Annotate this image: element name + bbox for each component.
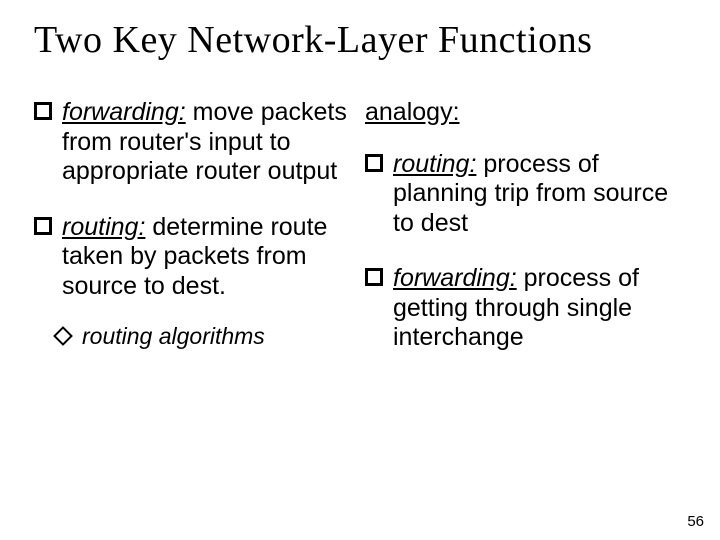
slide: Two Key Network-Layer Functions forwardi…: [0, 0, 720, 540]
square-bullet-icon: [34, 102, 52, 120]
keyword-forwarding: forwarding:: [62, 98, 186, 126]
page-number: 56: [687, 513, 704, 530]
right-column: analogy: routing: process of planning tr…: [365, 98, 686, 379]
sub-bullet-text: routing algorithms: [82, 323, 265, 350]
sub-bullet-algorithms: routing algorithms: [56, 323, 355, 350]
square-bullet-icon: [365, 268, 383, 286]
keyword-routing: routing:: [62, 213, 145, 241]
bullet-text: routing: determine route taken by packet…: [62, 213, 355, 302]
bullet-text: forwarding: move packets from router's i…: [62, 98, 355, 187]
square-bullet-icon: [34, 217, 52, 235]
bullet-analogy-routing: routing: process of planning trip from s…: [365, 150, 686, 239]
bullet-text: routing: process of planning trip from s…: [393, 150, 686, 239]
slide-title: Two Key Network-Layer Functions: [34, 18, 686, 62]
content-columns: forwarding: move packets from router's i…: [34, 98, 686, 379]
keyword-forwarding: forwarding:: [393, 264, 517, 292]
keyword-routing: routing:: [393, 150, 476, 178]
bullet-text: forwarding: process of getting through s…: [393, 264, 686, 353]
bullet-analogy-forwarding: forwarding: process of getting through s…: [365, 264, 686, 353]
square-bullet-icon: [365, 154, 383, 172]
bullet-routing: routing: determine route taken by packet…: [34, 213, 355, 302]
analogy-heading: analogy:: [365, 98, 686, 128]
diamond-bullet-icon: [53, 326, 73, 346]
left-column: forwarding: move packets from router's i…: [34, 98, 355, 379]
bullet-forwarding: forwarding: move packets from router's i…: [34, 98, 355, 187]
